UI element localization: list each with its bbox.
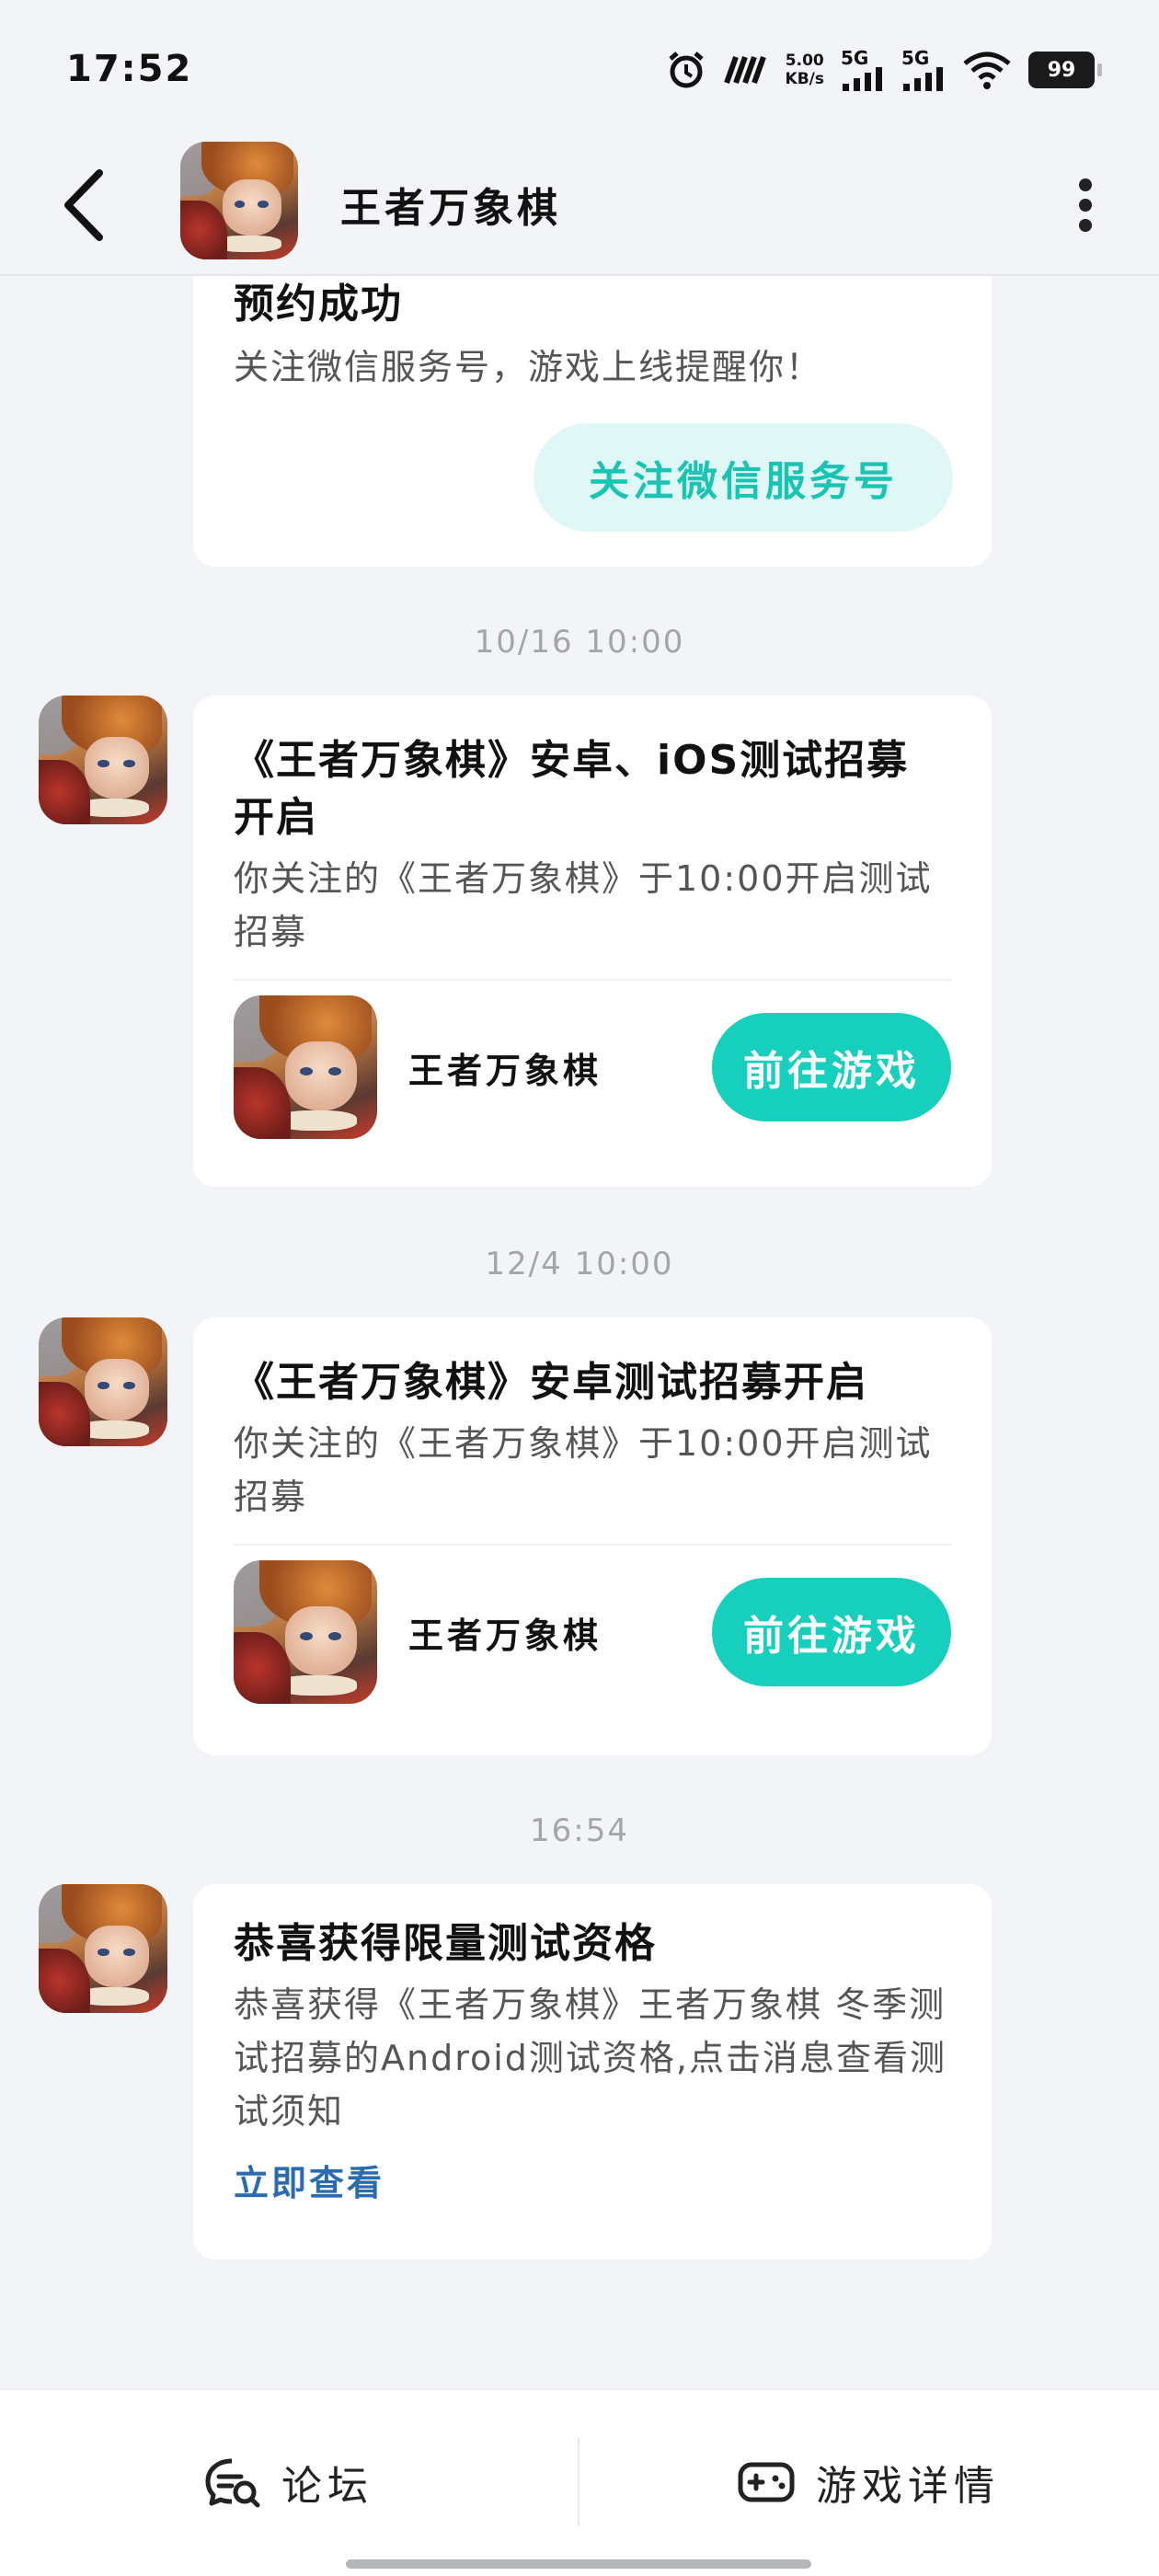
tab-game-details[interactable]: 游戏详情 (580, 2390, 1157, 2574)
go-to-game-button[interactable]: 前往游戏 (712, 1013, 951, 1121)
message-timestamp: 10/16 10:00 (474, 624, 685, 661)
alarm-icon (666, 50, 706, 90)
message-timestamp: 12/4 10:00 (485, 1246, 674, 1282)
more-options-button[interactable] (1067, 171, 1104, 239)
game-row: 王者万象棋 前往游戏 (234, 981, 951, 1154)
wifi-icon (962, 51, 1012, 89)
game-icon[interactable] (234, 1560, 377, 1704)
signal-sim2: 5G (901, 49, 946, 91)
message-title: 《王者万象棋》安卓、iOS测试招募开启 (234, 737, 910, 841)
signal-bars-icon (903, 67, 943, 91)
message-body: 你关注的《王者万象棋》于10:00开启测试招募 (234, 1423, 933, 1517)
message-body: 你关注的《王者万象棋》于10:00开启测试招募 (234, 858, 933, 952)
battery-indicator: 99 (1028, 52, 1102, 88)
message-body: 恭喜获得《王者万象棋》王者万象棋 冬季测试招募的Android测试资格,点击消息… (234, 1984, 947, 2132)
message-card-test-recruit-android[interactable]: 《王者万象棋》安卓测试招募开启 你关注的《王者万象棋》于10:00开启测试招募 … (193, 1317, 992, 1755)
network-speed-unit: KB/s (785, 70, 824, 88)
page-title: 王者万象棋 (340, 185, 561, 232)
signal-bars-icon (843, 67, 882, 91)
bottom-tab-bar: 论坛 游戏详情 (0, 2388, 1159, 2576)
hd-icon (723, 53, 769, 86)
status-time: 17:52 (66, 48, 193, 90)
back-button[interactable] (59, 164, 132, 247)
sim1-label: 5G (841, 47, 869, 69)
view-now-link[interactable]: 立即查看 (234, 2155, 951, 2205)
top-app-bar: 王者万象棋 (0, 138, 1159, 276)
header-game-icon[interactable] (180, 142, 298, 259)
tab-forum[interactable]: 论坛 (0, 2390, 578, 2574)
network-speed-value: 5.00 (785, 52, 824, 70)
status-bar: 17:52 5.00 KB/s 5G 5G 99 (0, 0, 1159, 138)
forum-chat-icon (205, 2458, 260, 2508)
sender-avatar[interactable] (39, 1884, 167, 2013)
home-indicator[interactable] (346, 2559, 811, 2569)
sender-avatar[interactable] (39, 1317, 167, 1446)
go-to-game-button[interactable]: 前往游戏 (712, 1578, 951, 1686)
message-card-test-qualification[interactable]: 恭喜获得限量测试资格 恭喜获得《王者万象棋》王者万象棋 冬季测试招募的Andro… (193, 1884, 992, 2260)
message-card-reservation[interactable]: 预约成功 关注微信服务号，游戏上线提醒你！ 关注微信服务号 (193, 276, 992, 567)
game-row: 王者万象棋 前往游戏 (234, 1546, 951, 1719)
tab-label: 论坛 (281, 2463, 373, 2510)
message-body: 关注微信服务号，游戏上线提醒你！ (234, 347, 823, 387)
more-dot (1079, 219, 1092, 232)
status-icons: 5.00 KB/s 5G 5G 99 (666, 46, 1102, 94)
sender-avatar[interactable] (39, 696, 167, 824)
message-timestamp: 16:54 (530, 1812, 629, 1849)
gamepad-icon (738, 2462, 795, 2502)
more-dot (1079, 178, 1092, 191)
more-dot (1079, 199, 1092, 212)
network-speed: 5.00 KB/s (786, 52, 824, 88)
signal-sim1: 5G (841, 49, 885, 91)
game-name: 王者万象棋 (408, 1050, 602, 1091)
game-icon[interactable] (234, 995, 377, 1139)
tab-label: 游戏详情 (816, 2463, 1000, 2510)
message-title: 《王者万象棋》安卓测试招募开启 (234, 1359, 868, 1406)
sim2-label: 5G (901, 47, 930, 69)
game-name: 王者万象棋 (408, 1615, 602, 1656)
message-title: 恭喜获得限量测试资格 (234, 1920, 657, 1967)
back-arrow-icon (64, 169, 103, 241)
message-title: 预约成功 (234, 281, 403, 328)
follow-wechat-button[interactable]: 关注微信服务号 (534, 423, 953, 532)
message-card-test-recruit-ios[interactable]: 《王者万象棋》安卓、iOS测试招募开启 你关注的《王者万象棋》于10:00开启测… (193, 696, 992, 1187)
